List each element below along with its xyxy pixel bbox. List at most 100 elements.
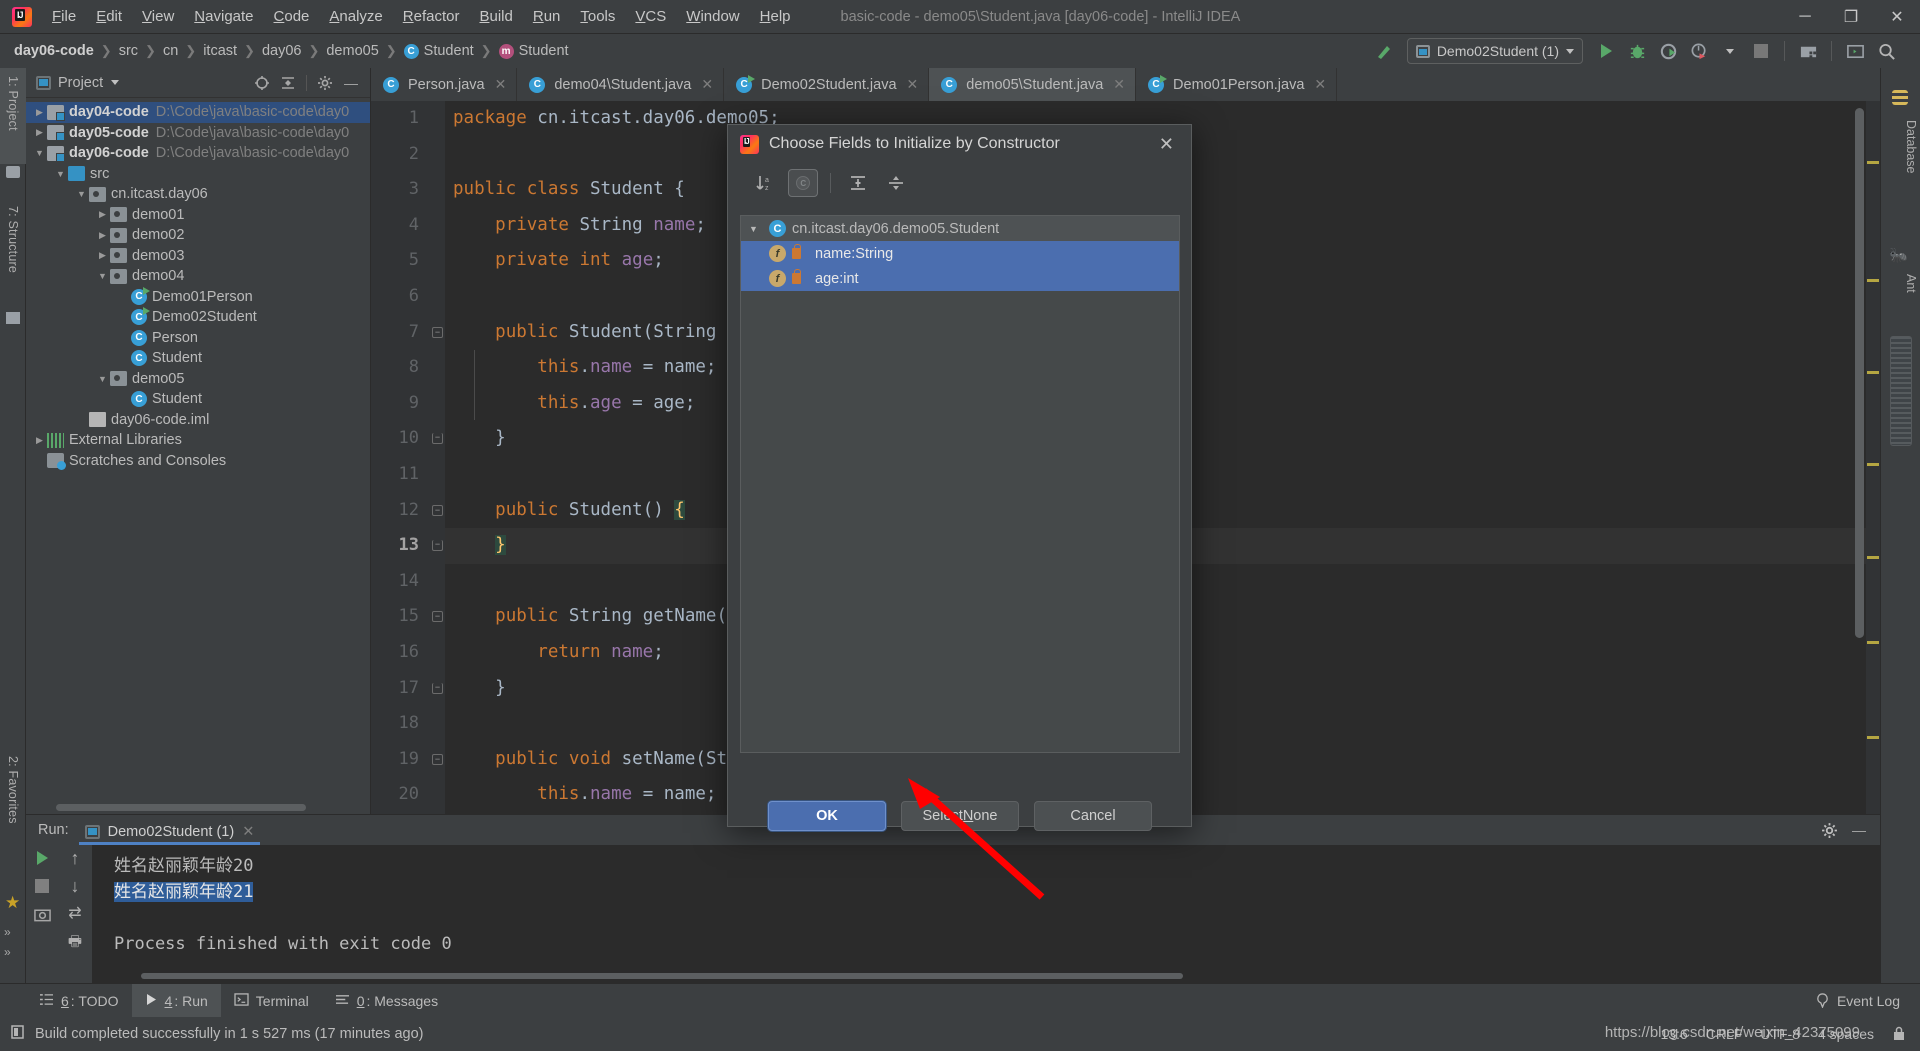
settings-gear-icon[interactable] [1816, 818, 1842, 842]
chevron-right-icon[interactable] [95, 209, 110, 220]
stop-icon[interactable] [1747, 38, 1775, 64]
lock-icon[interactable] [1892, 1025, 1906, 1044]
project-structure-icon[interactable] [1794, 38, 1822, 64]
fold-collapse-icon[interactable]: − [432, 326, 443, 338]
tree-node-day06code[interactable]: day06-code D:\Code\java\basic-code\day0 [26, 143, 370, 164]
expand-strip-icon[interactable]: » [4, 925, 11, 939]
close-icon[interactable]: ✕ [1314, 76, 1326, 93]
fold-row[interactable] [429, 137, 445, 173]
tree-node-day05code[interactable]: day05-code D:\Code\java\basic-code\day0 [26, 123, 370, 144]
close-window-button[interactable]: ✕ [1874, 0, 1920, 34]
chevron-down-icon[interactable] [32, 148, 47, 158]
tree-node-demo02[interactable]: demo02 [26, 225, 370, 246]
editor-scrollbar[interactable] [1855, 108, 1864, 638]
fold-row[interactable] [429, 208, 445, 244]
close-dialog-button[interactable]: ✕ [1152, 132, 1181, 157]
soft-wrap-icon[interactable]: ⇄ [68, 906, 81, 922]
sidebar-item-project[interactable]: 1: Project [0, 68, 26, 164]
code-minimap[interactable] [1890, 336, 1912, 446]
tree-node-src[interactable]: src [26, 164, 370, 185]
select-none-button[interactable]: Select None [901, 801, 1019, 831]
fold-row[interactable]: − [429, 315, 445, 351]
chevron-right-icon[interactable] [95, 230, 110, 241]
chevron-down-icon[interactable]: ▼ [749, 224, 763, 234]
fields-list[interactable]: ▼ C cn.itcast.day06.demo05.Student f name… [740, 215, 1180, 753]
sidebar-item-database[interactable]: Database [1884, 114, 1918, 224]
chevron-down-icon[interactable] [95, 271, 110, 281]
close-icon[interactable]: ✕ [701, 76, 713, 93]
editor-tab-demo02studentjava[interactable]: C Demo02Student.java ✕ [724, 68, 930, 101]
bottom-tab-terminal[interactable]: Terminal [221, 984, 322, 1018]
print-icon[interactable]: 🖶 [68, 934, 82, 949]
field-row-name[interactable]: f name:String [741, 241, 1179, 266]
tree-node-externallibraries[interactable]: External Libraries [26, 430, 370, 451]
menu-item-vcs[interactable]: VCS [625, 4, 676, 29]
build-hammer-icon[interactable] [1370, 38, 1398, 64]
fold-row[interactable]: − [429, 421, 445, 457]
hide-panel-icon[interactable]: — [338, 71, 364, 95]
tree-node-demo04[interactable]: demo04 [26, 266, 370, 287]
fold-row[interactable]: − [429, 493, 445, 529]
terminal-icon[interactable] [1841, 38, 1869, 64]
tree-node-scratchesandconsoles[interactable]: Scratches and Consoles [26, 451, 370, 472]
tree-node-demo01[interactable]: demo01 [26, 205, 370, 226]
ok-button[interactable]: OK [768, 801, 886, 831]
run-tab[interactable]: Demo02Student (1) ✕ [78, 822, 261, 845]
tree-node-student[interactable]: C Student [26, 389, 370, 410]
hide-run-panel-icon[interactable]: — [1846, 818, 1872, 842]
fold-row[interactable]: − [429, 671, 445, 707]
tree-node-day06codeiml[interactable]: day06-code.iml [26, 410, 370, 431]
menu-item-refactor[interactable]: Refactor [393, 4, 470, 29]
fold-row[interactable]: − [429, 528, 445, 564]
close-icon[interactable]: ✕ [1113, 76, 1125, 93]
fold-collapse-icon[interactable]: − [432, 504, 443, 516]
tree-node-day04code[interactable]: day04-code D:\Code\java\basic-code\day0 [26, 102, 370, 123]
breadcrumb-item-itcast[interactable]: itcast [201, 41, 239, 61]
fold-row[interactable]: − [429, 742, 445, 778]
expand-strip-icon-2[interactable]: » [4, 945, 11, 959]
breadcrumb-item-day06[interactable]: day06 [260, 41, 304, 61]
chevron-down-icon[interactable] [1716, 38, 1744, 64]
close-icon[interactable]: ✕ [907, 76, 919, 93]
menu-item-navigate[interactable]: Navigate [184, 4, 263, 29]
tree-node-demo02student[interactable]: C Demo02Student [26, 307, 370, 328]
field-row-age[interactable]: f age:int [741, 266, 1179, 291]
gear-icon[interactable] [312, 71, 338, 95]
search-everywhere-icon[interactable] [1872, 38, 1900, 64]
run-with-coverage-icon[interactable] [1654, 38, 1682, 64]
editor-tab-demo04studentjava[interactable]: Cdemo04\Student.java ✕ [517, 68, 725, 101]
minimize-button[interactable]: ─ [1782, 0, 1828, 34]
rerun-icon[interactable] [36, 851, 48, 865]
chevron-right-icon[interactable] [32, 107, 47, 118]
close-icon[interactable]: ✕ [242, 824, 254, 840]
menu-item-view[interactable]: View [132, 4, 184, 29]
sort-alphabetically-icon[interactable]: az [750, 169, 780, 197]
fold-end-icon[interactable]: − [432, 540, 443, 552]
fold-row[interactable] [429, 706, 445, 742]
chevron-down-icon[interactable] [111, 80, 120, 85]
fold-row[interactable] [429, 457, 445, 493]
down-icon[interactable]: ↓ [71, 877, 80, 895]
fold-row[interactable] [429, 172, 445, 208]
fold-end-icon[interactable]: − [432, 433, 443, 445]
menu-item-code[interactable]: Code [264, 4, 320, 29]
screenshot-icon[interactable] [33, 907, 51, 926]
fields-tree-root[interactable]: ▼ C cn.itcast.day06.demo05.Student [741, 216, 1179, 241]
fold-collapse-icon[interactable]: − [432, 611, 443, 623]
run-icon[interactable] [1592, 38, 1620, 64]
tree-node-demo03[interactable]: demo03 [26, 246, 370, 267]
bottom-tab-todo[interactable]: 6: TODO [26, 984, 132, 1018]
breadcrumb-item-day06code[interactable]: day06-code [12, 41, 96, 61]
menu-item-file[interactable]: File [42, 4, 86, 29]
chevron-right-icon[interactable] [32, 127, 47, 138]
console-horizontal-scrollbar[interactable] [141, 973, 1183, 979]
fold-row[interactable] [429, 777, 445, 813]
fold-row[interactable] [429, 386, 445, 422]
chevron-down-icon[interactable] [53, 169, 68, 179]
bottom-tab-run[interactable]: 4: Run [131, 983, 221, 1018]
error-stripe-marks[interactable] [1866, 101, 1880, 814]
tree-node-cnitcastday06[interactable]: cn.itcast.day06 [26, 184, 370, 205]
fold-row[interactable] [429, 101, 445, 137]
fold-row[interactable] [429, 243, 445, 279]
profiler-icon[interactable] [1685, 38, 1713, 64]
